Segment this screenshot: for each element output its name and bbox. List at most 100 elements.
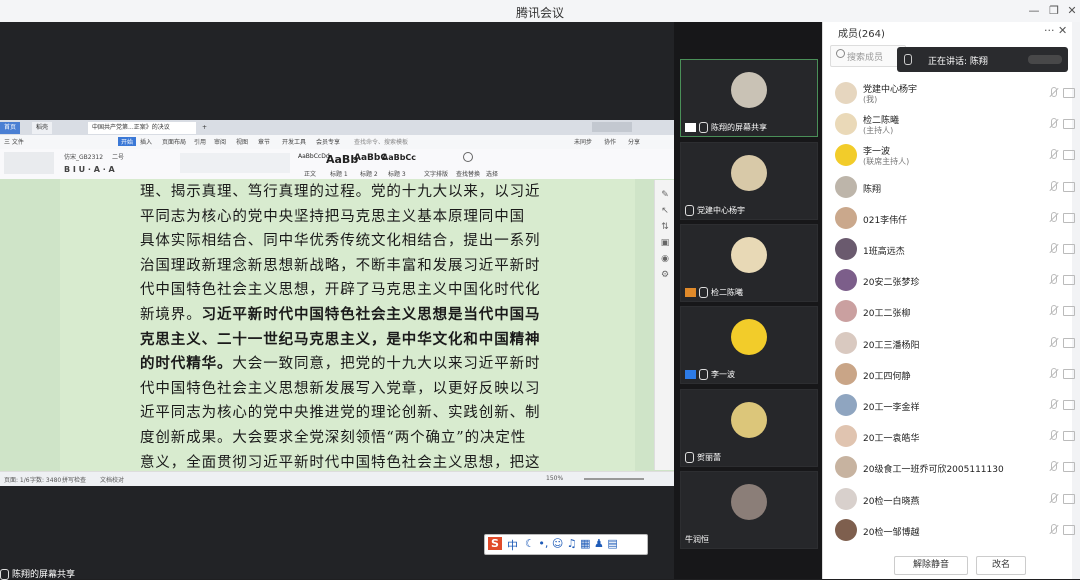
camera-icon[interactable] (1063, 306, 1075, 317)
settings-icon[interactable]: ⚙ (659, 270, 671, 282)
mic-muted-icon[interactable] (1049, 211, 1058, 223)
camera-icon[interactable] (1063, 431, 1075, 442)
menu-layout[interactable]: 页面布局 (162, 137, 186, 146)
rename-button[interactable]: 改名 (976, 556, 1026, 575)
panel-close-icon[interactable]: ✕ (1058, 24, 1067, 37)
mic-muted-icon[interactable] (1049, 118, 1058, 129)
menu-member[interactable]: 会员专享 (316, 137, 340, 146)
paragraph-tools-icon[interactable] (180, 153, 290, 173)
video-tile[interactable]: 贺丽蕾 (680, 389, 818, 467)
mic-muted-icon[interactable] (1049, 336, 1058, 348)
font-name-select[interactable]: 仿宋_GB2312 (64, 152, 103, 161)
mic-muted-icon[interactable] (1049, 430, 1058, 441)
member-row[interactable]: 党建中心杨宇 (我) (823, 78, 1075, 109)
style-normal[interactable]: AaBbCcDd (298, 153, 330, 160)
camera-icon[interactable] (1063, 181, 1075, 192)
cursor-icon[interactable]: ↖ (659, 206, 671, 218)
camera-icon[interactable] (1063, 212, 1075, 223)
member-row[interactable]: 20工一李金祥 (823, 390, 1075, 421)
member-row[interactable]: 20工二张柳 (823, 296, 1075, 327)
mic-muted-icon[interactable] (1049, 149, 1058, 160)
mic-muted-icon[interactable] (1049, 523, 1058, 535)
find-replace-button[interactable]: 查找替换 (456, 169, 480, 178)
camera-icon[interactable] (1063, 400, 1075, 410)
mic-muted-icon[interactable] (1049, 399, 1058, 410)
mic-muted-icon[interactable] (1049, 180, 1058, 192)
command-search[interactable]: 查找命令、搜索模板 (354, 137, 408, 146)
camera-icon[interactable] (1063, 88, 1075, 98)
member-row[interactable]: 检二陈曦 (主持人) (823, 109, 1075, 140)
camera-icon[interactable] (1063, 462, 1075, 473)
mic-muted-icon[interactable] (1049, 367, 1058, 379)
member-row[interactable]: 20工四何静 (823, 359, 1075, 390)
member-row[interactable]: 李一波 (联席主持人) (823, 140, 1075, 171)
mic-muted-icon[interactable] (1049, 305, 1058, 316)
text-layout-button[interactable]: 文字排版 (424, 169, 448, 178)
menu-reference[interactable]: 引用 (194, 137, 206, 146)
mic-muted-icon[interactable] (1049, 243, 1058, 254)
member-row[interactable]: 陈翔 (823, 172, 1075, 203)
camera-icon[interactable] (1063, 244, 1075, 254)
menu-start[interactable]: 开始 (118, 137, 137, 146)
member-row[interactable]: 021李伟仟 (823, 203, 1075, 234)
camera-icon[interactable] (1063, 493, 1075, 504)
sync-status[interactable]: 未同步 (574, 137, 592, 146)
doc-proofread[interactable]: 文档校对 (100, 475, 124, 484)
member-row[interactable]: 1班高远杰 (823, 234, 1075, 265)
video-tile[interactable]: 李一波 (680, 306, 818, 384)
camera-icon[interactable] (1063, 524, 1075, 535)
ime-mode[interactable]: 中 (507, 537, 518, 553)
camera-icon[interactable] (1063, 119, 1075, 130)
member-row[interactable]: 20工三潘杨阳 (823, 328, 1075, 359)
new-tab-icon[interactable]: + (198, 122, 211, 134)
member-row[interactable]: 20检一邹博越 (823, 515, 1075, 546)
mic-muted-icon[interactable] (1049, 274, 1058, 285)
more-icon[interactable]: ··· (1044, 24, 1055, 37)
window-controls-icon[interactable] (592, 122, 632, 132)
tab-document[interactable]: 中国共产党第...正案》的决议 (88, 122, 196, 134)
select-button[interactable]: 选择 (486, 169, 498, 178)
video-tile[interactable]: 党建中心杨宇 (680, 142, 818, 220)
minimize-icon[interactable]: — (1026, 3, 1042, 19)
zoom-slider[interactable] (584, 478, 644, 480)
adjust-icon[interactable]: ⇅ (659, 222, 671, 234)
mic-muted-icon[interactable] (1049, 87, 1058, 98)
format-icons[interactable]: B I U · A · A (64, 165, 115, 174)
menu-view[interactable]: 视图 (236, 137, 248, 146)
camera-icon[interactable] (1063, 150, 1075, 161)
video-tile[interactable]: 陈翔的屏幕共享 (680, 59, 818, 137)
camera-icon[interactable] (1063, 368, 1075, 379)
close-icon[interactable]: ✕ (1064, 3, 1080, 19)
camera-icon[interactable] (1063, 275, 1075, 286)
mic-muted-icon[interactable] (1049, 461, 1058, 472)
menu-review[interactable]: 审阅 (214, 137, 226, 146)
location-icon[interactable]: ◉ (659, 254, 671, 266)
menu-file[interactable]: 三 文件 (4, 137, 24, 146)
video-tile[interactable]: 检二陈曦 (680, 224, 818, 302)
search-icon[interactable] (463, 152, 473, 162)
ime-tools-icon[interactable]: ☾ •, ☺ ♫ ▦ ♟ ▤ (525, 537, 618, 550)
camera-icon[interactable] (1063, 337, 1075, 348)
member-row[interactable]: 20检一白晓燕 (823, 484, 1075, 515)
font-size-select[interactable]: 二号 (112, 152, 124, 161)
clipboard-tools-icon[interactable] (4, 152, 54, 174)
spell-check[interactable]: 拼写检查 (62, 475, 86, 484)
video-tile[interactable]: 牛润恒 (680, 471, 818, 549)
image-icon[interactable]: ▣ (659, 238, 671, 250)
tab-docer[interactable]: 稻壳 (32, 122, 53, 134)
collab-button[interactable]: 协作 (604, 137, 616, 146)
tab-home[interactable]: 首页 (0, 122, 21, 134)
member-row[interactable]: 20工一袁皓华 (823, 421, 1075, 452)
menu-insert[interactable]: 插入 (140, 137, 152, 146)
menu-chapter[interactable]: 章节 (258, 137, 270, 146)
input-method-bar[interactable]: S 中 ☾ •, ☺ ♫ ▦ ♟ ▤ (484, 534, 648, 555)
style-heading3[interactable]: AaBbCc (382, 153, 416, 162)
member-row[interactable]: 20安二张梦珍 (823, 265, 1075, 296)
menu-devtools[interactable]: 开发工具 (282, 137, 306, 146)
mic-muted-icon[interactable] (1049, 492, 1058, 504)
share-button[interactable]: 分享 (628, 137, 640, 146)
member-row[interactable]: 20级食工一班乔可欣2005111130 (823, 452, 1075, 483)
restore-icon[interactable]: ❐ (1046, 3, 1062, 19)
unmute-all-button[interactable]: 解除静音 (894, 556, 968, 575)
pen-icon[interactable]: ✎ (659, 190, 671, 202)
